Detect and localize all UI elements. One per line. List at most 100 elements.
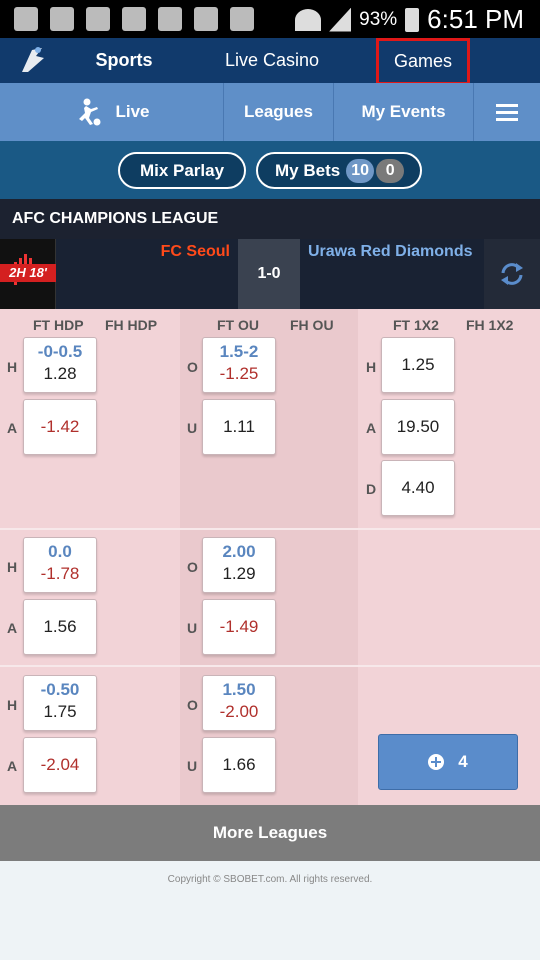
1x2-draw-odds[interactable]: 4.40	[381, 460, 455, 516]
label-home: H	[366, 359, 377, 375]
label-away: A	[366, 420, 377, 436]
hdp-line: -0.50	[40, 680, 80, 699]
label-over: O	[187, 359, 198, 375]
more-markets-count: 4	[458, 752, 468, 771]
hdp-home-odds: -1.78	[40, 564, 80, 583]
odds-button[interactable]: -0.50 1.75	[23, 675, 97, 731]
odds-table: FT HDP FH HDP FT OU FH OU FT 1X2 FH 1X2 …	[0, 309, 540, 805]
hamburger-icon	[496, 100, 518, 125]
tab-my-events[interactable]: My Events	[334, 83, 474, 141]
nav-games[interactable]: Games	[376, 38, 470, 85]
ou-over-odds: -1.25	[219, 364, 259, 383]
match-time: 2H 18'	[0, 264, 56, 282]
ou-under-odds[interactable]: 1.11	[202, 399, 276, 455]
battery-percent: 93%	[359, 8, 398, 30]
pending-count-badge: 0	[376, 158, 405, 183]
signal-icon	[329, 7, 352, 32]
row-divider	[0, 528, 540, 530]
odds-button[interactable]: -0-0.5 1.28	[23, 337, 97, 393]
gallery-icon	[14, 7, 38, 31]
hdp-away-odds[interactable]: 1.56	[23, 599, 97, 655]
label-away: A	[7, 620, 18, 636]
away-team: Urawa Red Diamonds	[308, 243, 473, 260]
label-over: O	[187, 559, 198, 575]
mix-parlay-button[interactable]: Mix Parlay	[118, 152, 246, 189]
odds-button[interactable]: 1.5-2 -1.25	[202, 337, 276, 393]
clipboard-check-icon	[194, 7, 218, 31]
more-markets-button[interactable]: 4	[378, 734, 518, 790]
odds-button[interactable]: 2.00 1.29	[202, 537, 276, 593]
clock: 6:51 PM	[427, 4, 524, 34]
bets-count-badge: 10	[346, 158, 375, 183]
tab-live[interactable]: Live	[0, 83, 224, 141]
hdp-away-odds[interactable]: -1.42	[23, 399, 97, 455]
label-home: H	[7, 359, 18, 375]
key-icon	[50, 7, 74, 31]
hdp-away-odds[interactable]: -2.04	[23, 737, 97, 793]
ou-line: 1.50	[222, 680, 256, 699]
my-bets-label: My Bets	[275, 160, 341, 180]
label-draw: D	[366, 481, 377, 497]
ou-line: 1.5-2	[219, 342, 259, 361]
notification-icons	[14, 7, 254, 31]
label-under: U	[187, 420, 198, 436]
hdp-line: 0.0	[48, 542, 72, 561]
clipboard-check-icon	[158, 7, 182, 31]
plus-circle-icon	[428, 754, 445, 770]
hdp-home-odds: 1.28	[43, 364, 77, 383]
header-ft-ou: FT OU	[217, 317, 259, 333]
match-time-box: 2H 18'	[0, 239, 56, 309]
label-under: U	[187, 620, 198, 636]
match-row[interactable]: 2H 18' FC Seoul 1-0 Urawa Red Diamonds	[0, 239, 540, 309]
row-divider	[0, 665, 540, 667]
header-fh-hdp: FH HDP	[105, 317, 158, 333]
menu-button[interactable]	[474, 83, 540, 141]
label-under: U	[187, 758, 198, 774]
bbm-icon	[86, 7, 110, 31]
label-away: A	[7, 758, 18, 774]
refresh-button[interactable]	[484, 239, 540, 309]
nav-sports[interactable]: Sports	[88, 38, 160, 83]
label-home: H	[7, 697, 18, 713]
1x2-home-odds[interactable]: 1.25	[381, 337, 455, 393]
refresh-icon	[501, 263, 523, 285]
my-bets-button[interactable]: My Bets 10 0	[256, 152, 422, 189]
ou-line: 2.00	[222, 542, 256, 561]
league-header[interactable]: AFC CHAMPIONS LEAGUE	[0, 199, 540, 239]
status-bar: 93% 6:51 PM	[0, 0, 540, 38]
top-nav: Sports Live Casino Games	[0, 38, 540, 85]
more-leagues-button[interactable]: More Leagues	[0, 805, 540, 861]
label-home: H	[7, 559, 18, 575]
sub-nav: Live Leagues My Events	[0, 83, 540, 141]
home-team: FC Seoul	[160, 243, 230, 260]
copyright-text: Copyright © SBOBET.com. All rights reser…	[167, 874, 373, 885]
odds-button[interactable]: 1.50 -2.00	[202, 675, 276, 731]
phone-alarm-icon	[122, 7, 146, 31]
battery-icon	[405, 7, 420, 32]
1x2-away-odds[interactable]: 19.50	[381, 399, 455, 455]
header-ft-hdp: FT HDP	[33, 317, 84, 333]
ou-under-odds[interactable]: -1.49	[202, 599, 276, 655]
nav-live-casino[interactable]: Live Casino	[216, 38, 328, 83]
match-score: 1-0	[238, 239, 300, 309]
bet-bar: Mix Parlay My Bets 10 0	[0, 141, 540, 199]
hdp-home-odds: 1.75	[43, 702, 77, 721]
footer: Copyright © SBOBET.com. All rights reser…	[0, 861, 540, 960]
header-fh-1x2: FH 1X2	[466, 317, 514, 333]
sbobet-logo-icon[interactable]	[14, 42, 50, 78]
shopping-bag-icon	[230, 7, 254, 31]
label-over: O	[187, 697, 198, 713]
ou-over-odds: -2.00	[219, 702, 259, 721]
hdp-line: -0-0.5	[37, 342, 83, 361]
ou-over-odds: 1.29	[222, 564, 256, 583]
live-stats-icon	[14, 249, 38, 285]
wifi-icon	[295, 8, 322, 31]
tab-leagues[interactable]: Leagues	[224, 83, 334, 141]
soccer-player-icon	[79, 98, 101, 126]
odds-button[interactable]: 0.0 -1.78	[23, 537, 97, 593]
ou-under-odds[interactable]: 1.66	[202, 737, 276, 793]
label-away: A	[7, 420, 18, 436]
tab-live-label: Live	[115, 102, 150, 121]
header-fh-ou: FH OU	[290, 317, 334, 333]
header-ft-1x2: FT 1X2	[393, 317, 439, 333]
